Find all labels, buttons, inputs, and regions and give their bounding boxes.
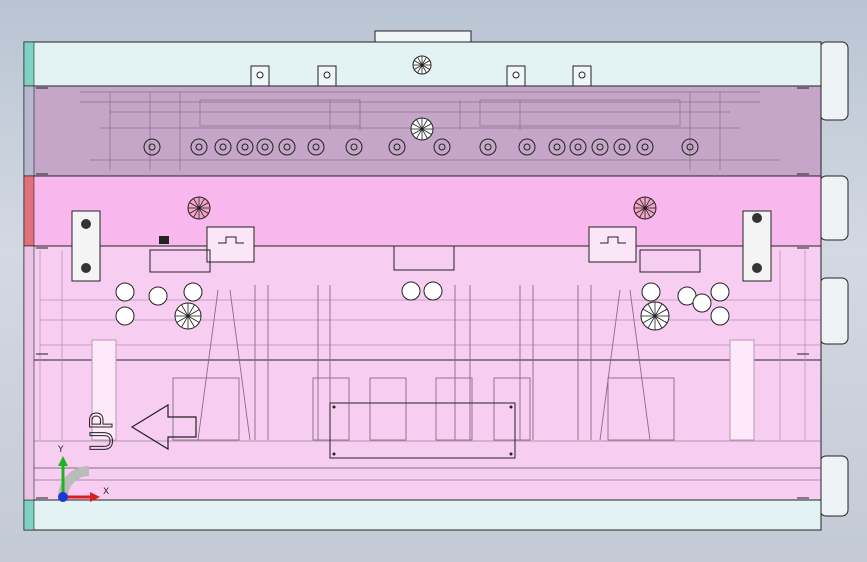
left-edge-cyan-upper bbox=[23, 85, 35, 177]
die-zone bbox=[23, 245, 822, 501]
bolt-star-icon bbox=[412, 55, 432, 75]
cad-viewport[interactable]: UP Y X bbox=[0, 0, 867, 562]
left-edge-red bbox=[23, 175, 35, 247]
bottom-clamp-plate bbox=[23, 499, 822, 531]
left-bracket bbox=[71, 210, 101, 282]
top-boss bbox=[374, 30, 472, 44]
bolt-star-icon bbox=[640, 301, 670, 331]
stripper-plate bbox=[23, 175, 822, 247]
left-edge-cyan-top bbox=[23, 41, 35, 87]
bolt-star-icon bbox=[633, 196, 657, 220]
right-cylinders bbox=[819, 41, 849, 517]
x-axis-label: X bbox=[103, 487, 109, 497]
bolt-star-icon bbox=[410, 117, 434, 141]
bolt-star-icon bbox=[187, 196, 211, 220]
right-bracket bbox=[742, 210, 772, 282]
left-edge-strip-die bbox=[23, 245, 35, 501]
y-axis-label: Y bbox=[57, 445, 64, 455]
small-square-marker bbox=[159, 236, 169, 244]
up-label: UP bbox=[85, 412, 120, 452]
bolt-star-icon bbox=[174, 302, 202, 330]
left-edge-cyan-bottom bbox=[23, 499, 35, 531]
z-axis-dot-icon bbox=[58, 492, 68, 502]
